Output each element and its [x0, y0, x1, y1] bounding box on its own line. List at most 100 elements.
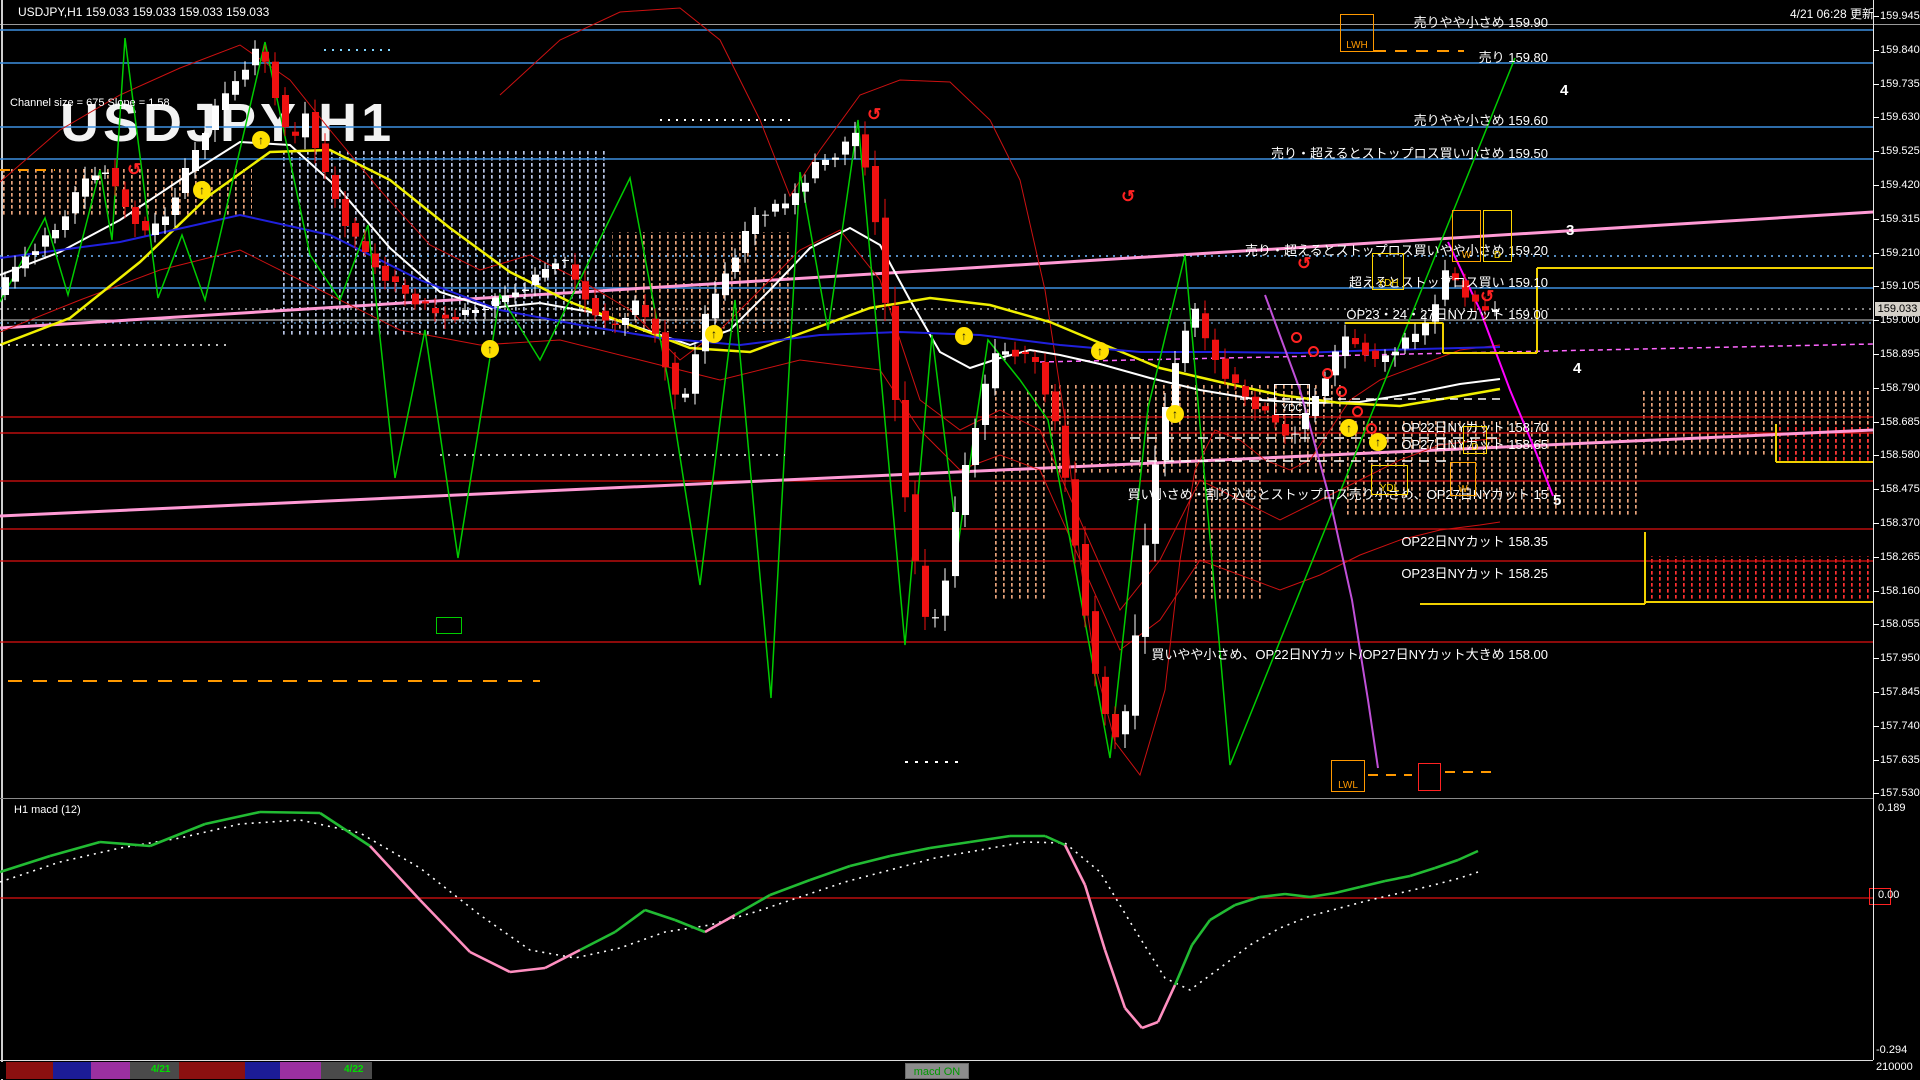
reversal-signal-icon: ↺ [867, 105, 882, 124]
w-flag-box: W [1452, 210, 1481, 262]
marker-flag-box [1418, 763, 1441, 791]
trade-annotation: OP22日NYカット 158.35 [1401, 534, 1548, 549]
buy-signal-icon: ↑ [193, 181, 211, 199]
trade-annotation: 売りやや小さめ 159.60 [1413, 113, 1548, 128]
d-flag-box: D [1483, 210, 1512, 262]
reversal-signal-icon: ↺ [1297, 254, 1312, 273]
price-axis-label: 159.315 [1880, 213, 1920, 225]
axis-tick [1873, 84, 1879, 85]
axis-tick [1873, 557, 1879, 558]
axis-tick [1873, 16, 1879, 17]
price-axis-label: 157.845 [1880, 686, 1920, 698]
wave-number-label: 4 [1573, 360, 1582, 377]
buy-signal-icon: ↑ [705, 325, 723, 343]
buy-signal-icon: ↑ [481, 340, 499, 358]
price-axis-border [1873, 0, 1874, 1060]
swing-point-icon [1291, 332, 1302, 343]
axis-tick [1873, 117, 1879, 118]
buy-signal-icon: ↑ [1369, 433, 1387, 451]
axis-tick [1873, 760, 1879, 761]
ydl-flag-box: YDL [1371, 465, 1408, 495]
trading-app-window: USDJPY H1 USDJPY,H1 159.033 159.033 159.… [0, 0, 1920, 1080]
macd-max-value: 0.189 [1878, 802, 1906, 814]
axis-tick [1873, 151, 1879, 152]
price-axis-label: 157.530 [1880, 787, 1920, 799]
axis-tick [1873, 253, 1879, 254]
axis-tick [1873, 726, 1879, 727]
price-axis-label: 159.840 [1880, 44, 1920, 56]
price-axis-label: 158.055 [1880, 618, 1920, 630]
trade-annotation: 売り 159.80 [1478, 50, 1548, 65]
reversal-signal-icon: ↺ [1121, 187, 1136, 206]
axis-tick [1873, 523, 1879, 524]
ydc-flag-box: YDC [1274, 384, 1310, 415]
price-axis-label: 158.475 [1880, 483, 1920, 495]
axis-tick [1873, 185, 1879, 186]
axis-tick [1873, 422, 1879, 423]
price-axis-label: 158.685 [1880, 416, 1920, 428]
d-flag-box: D [1463, 426, 1487, 454]
price-axis-label: 158.370 [1880, 517, 1920, 529]
price-axis-label: 158.265 [1880, 551, 1920, 563]
w-flag-box: W [1450, 462, 1476, 496]
buy-signal-icon: ↑ [252, 131, 270, 149]
macd-zero-value: 0.00 [1878, 889, 1900, 901]
price-axis-label: 159.420 [1880, 179, 1920, 191]
timeline-segment [53, 1062, 91, 1079]
axis-tick [1873, 50, 1879, 51]
buy-signal-icon: ↑ [955, 327, 973, 345]
macd-toggle-button[interactable]: macd ON [905, 1063, 969, 1079]
price-axis-label: 159.210 [1880, 247, 1920, 259]
timeline-segment [280, 1062, 321, 1079]
current-price-badge: 159.033 [1875, 302, 1920, 316]
axis-tick [1873, 455, 1879, 456]
price-axis-label: 157.740 [1880, 720, 1920, 732]
timeline-date-label: 4/22 [344, 1064, 364, 1075]
reversal-signal-icon: ↺ [127, 160, 142, 179]
lwl-flag-box: LWL [1331, 760, 1365, 792]
trade-annotation: 売り・超えるとストップロス買い小さめ 159.50 [1271, 146, 1548, 161]
axis-tick [1873, 489, 1879, 490]
timeline-date-label: 4/21 [151, 1064, 171, 1075]
macd-lines [0, 810, 1479, 1030]
price-chart-canvas[interactable] [0, 0, 1920, 1080]
swing-point-icon [1366, 423, 1377, 434]
lwh-flag-box: LWH [1340, 14, 1374, 52]
price-axis-label: 157.635 [1880, 754, 1920, 766]
axis-tick [1873, 692, 1879, 693]
wave-number-label: 4 [1560, 82, 1569, 99]
wave-number-label: 3 [1566, 222, 1575, 239]
price-axis-label: 159.105 [1880, 280, 1920, 292]
price-axis-label: 159.735 [1880, 78, 1920, 90]
swing-point-icon [1352, 406, 1363, 417]
buy-signal-icon: ↑ [1340, 419, 1358, 437]
buy-signal-icon: ↑ [1166, 405, 1184, 423]
axis-tick [1873, 793, 1879, 794]
reversal-signal-icon: ↺ [1480, 287, 1495, 306]
ydh-flag-box: YDH [1372, 253, 1404, 290]
axis-tick [1873, 219, 1879, 220]
price-axis-label: 159.525 [1880, 145, 1920, 157]
timeline-segment [91, 1062, 130, 1079]
trade-annotation: OP23日NYカット 158.25 [1401, 566, 1548, 581]
axis-tick [1873, 624, 1879, 625]
trade-annotation: 売りやや小さめ 159.90 [1413, 15, 1548, 30]
wave-number-label: 5 [1553, 492, 1562, 509]
trade-annotation: 買い小さめ・割り込むとストップロス売り小さめ、OP27日NYカット 15 [1127, 487, 1548, 502]
timeline-segment [245, 1062, 280, 1079]
price-axis-label: 159.630 [1880, 111, 1920, 123]
axis-tick [1873, 658, 1879, 659]
price-axis-label: 157.950 [1880, 652, 1920, 664]
axis-tick [1873, 591, 1879, 592]
price-axis-label: 158.160 [1880, 585, 1920, 597]
axis-tick [1873, 320, 1879, 321]
trade-annotation: 買いやや小さめ、OP22日NYカット/OP27日NYカット大きめ 158.00 [1151, 647, 1548, 662]
macd-indicator-label: H1 macd (12) [14, 804, 81, 816]
swing-point-icon [1336, 386, 1347, 397]
timeline-segment [179, 1062, 245, 1079]
timeline-segment [6, 1062, 53, 1079]
price-axis-label: 158.790 [1880, 382, 1920, 394]
swing-point-icon [1322, 368, 1333, 379]
macd-scale-value: 210000 [1876, 1061, 1913, 1073]
trade-annotation: OP23・24・27日NYカット 159.00 [1346, 307, 1548, 322]
